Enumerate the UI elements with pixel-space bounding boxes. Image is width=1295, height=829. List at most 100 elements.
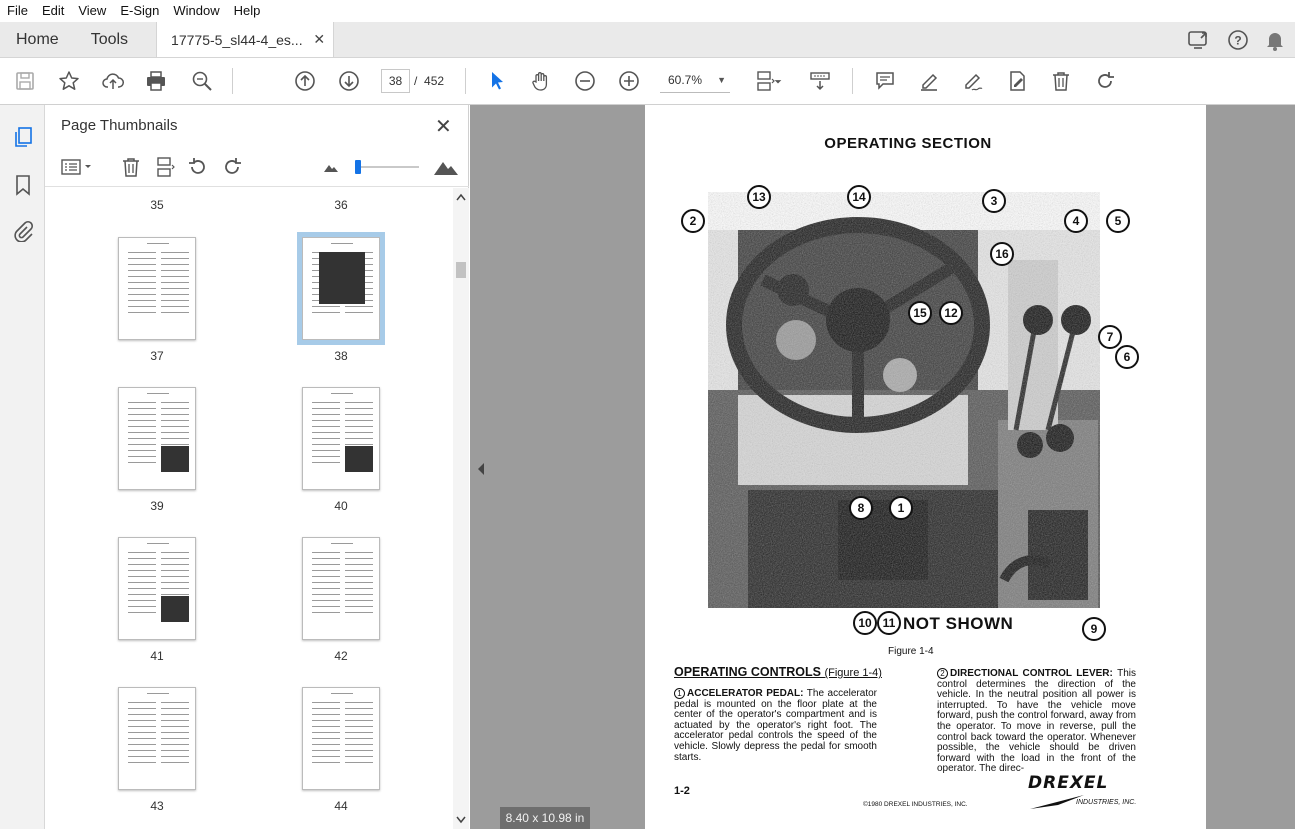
insert-page-icon[interactable]	[153, 155, 177, 179]
menu-view[interactable]: View	[71, 0, 113, 22]
thumbnail-text-line	[128, 738, 156, 739]
thumbnail-text-line	[345, 444, 373, 445]
thumbnail-text-line	[312, 762, 340, 763]
select-cursor-icon[interactable]	[484, 68, 510, 94]
thumbnail-size-slider[interactable]	[355, 160, 419, 174]
thumbnail-text-line	[161, 294, 189, 295]
scroll-mode-icon[interactable]	[807, 68, 833, 94]
scroll-up-icon[interactable]	[456, 193, 466, 201]
page-number-input[interactable]: 38	[381, 69, 410, 93]
attachments-paperclip-icon[interactable]	[11, 219, 35, 243]
bookmark-star-icon[interactable]	[56, 68, 82, 94]
hand-tool-icon[interactable]	[528, 68, 554, 94]
thumbnail-text-line	[161, 582, 189, 583]
tab-tools[interactable]: Tools	[75, 22, 144, 57]
print-icon[interactable]	[143, 68, 169, 94]
thumbnail-text-line	[312, 594, 340, 595]
page-thumbnail[interactable]	[118, 537, 196, 640]
sign-pen-icon[interactable]	[960, 68, 986, 94]
callout-number: 12	[939, 301, 963, 325]
thumbnail-text-line	[345, 726, 373, 727]
slider-handle[interactable]	[355, 160, 362, 174]
thumbnail-text-line	[161, 564, 189, 565]
callout-number: 14	[847, 185, 871, 209]
chevron-down-icon[interactable]	[772, 68, 784, 94]
edit-document-icon[interactable]	[1004, 68, 1030, 94]
collapse-panel-arrow-icon[interactable]	[478, 463, 484, 475]
help-icon[interactable]: ?	[1227, 29, 1249, 51]
zoom-search-icon[interactable]	[189, 68, 215, 94]
rotate-right-icon[interactable]	[220, 155, 244, 179]
item-heading: DIRECTIONAL CONTROL LEVER:	[950, 668, 1113, 679]
zoom-in-icon[interactable]	[616, 68, 642, 94]
next-page-icon[interactable]	[336, 68, 362, 94]
upload-cloud-icon[interactable]	[100, 68, 126, 94]
callout-number: 16	[990, 242, 1014, 266]
thumbnail-text-line	[128, 612, 156, 613]
thumbnail-text-line	[312, 564, 340, 565]
thumbnail-text-line	[161, 300, 189, 301]
panel-title: Page Thumbnails	[61, 117, 178, 134]
page-thumbnail[interactable]	[302, 687, 380, 790]
menu-edit[interactable]: Edit	[35, 0, 71, 22]
thumbnail-heading-line	[331, 693, 353, 694]
thumbnail-text-line	[128, 570, 156, 571]
thumbnails-scrollbar[interactable]	[453, 188, 469, 829]
callout-number: 11	[877, 611, 901, 635]
section-title: OPERATING CONTROLS (Figure 1-4)	[674, 665, 882, 679]
zoom-level-select[interactable]: 60.7% ▼	[660, 69, 730, 93]
share-screen-icon[interactable]	[1187, 29, 1211, 51]
close-panel-icon[interactable]: ✕	[435, 114, 452, 139]
thumbnail-text-line	[161, 570, 189, 571]
thumbnail-text-line	[128, 576, 156, 577]
page-thumbnail[interactable]	[302, 387, 380, 490]
page-thumbnail[interactable]	[118, 237, 196, 340]
tab-home[interactable]: Home	[0, 22, 75, 57]
thumbnail-text-line	[312, 462, 340, 463]
menu-help[interactable]: Help	[227, 0, 268, 22]
save-icon[interactable]	[12, 68, 38, 94]
thumbnail-text-line	[161, 414, 189, 415]
comment-icon[interactable]	[872, 68, 898, 94]
close-tab-icon[interactable]: ✕	[313, 31, 325, 48]
thumbnail-text-line	[161, 276, 189, 277]
thumbnail-text-line	[312, 444, 340, 445]
thumbnail-label: 44	[334, 799, 348, 813]
thumbnail-text-line	[128, 756, 156, 757]
delete-trash-icon[interactable]	[1048, 68, 1074, 94]
previous-page-icon[interactable]	[292, 68, 318, 94]
zoom-out-icon[interactable]	[572, 68, 598, 94]
callout-number: 8	[849, 496, 873, 520]
menu-esign[interactable]: E-Sign	[113, 0, 166, 22]
menu-window[interactable]: Window	[166, 0, 226, 22]
thumbnail-text-line	[312, 456, 340, 457]
thumbnail-text-line	[345, 702, 373, 703]
thumbnail-text-line	[345, 414, 373, 415]
highlight-pen-icon[interactable]	[916, 68, 942, 94]
notifications-bell-icon[interactable]	[1265, 29, 1285, 51]
thumbnail-text-line	[128, 282, 156, 283]
thumbnail-text-line	[161, 738, 189, 739]
tab-document[interactable]: 17775-5_sl44-4_es... ✕	[156, 22, 335, 57]
scroll-down-icon[interactable]	[456, 816, 466, 824]
page-thumbnail[interactable]	[118, 687, 196, 790]
thumbnail-text-line	[345, 732, 373, 733]
delete-page-icon[interactable]	[119, 155, 143, 179]
page-thumbnails-icon[interactable]	[11, 125, 35, 149]
thumbnail-text-line	[312, 552, 340, 553]
item-directional-control-lever: 2 DIRECTIONAL CONTROL LEVER: This control…	[937, 668, 1136, 775]
item-text: The accelerator pedal is mounted on the …	[674, 688, 877, 763]
page-thumbnail[interactable]	[118, 387, 196, 490]
bookmarks-icon[interactable]	[11, 173, 35, 197]
thumbnail-options-icon[interactable]	[59, 155, 95, 179]
page-thumbnail[interactable]	[297, 232, 385, 345]
rotate-left-icon[interactable]	[186, 155, 210, 179]
thumbnail-text-line	[345, 420, 373, 421]
thumbnail-text-line	[312, 756, 340, 757]
scrollbar-thumb[interactable]	[456, 262, 466, 278]
rotate-icon[interactable]	[1092, 68, 1118, 94]
page-thumbnail[interactable]	[302, 537, 380, 640]
small-thumbnails-mountain-icon	[319, 155, 343, 179]
document-viewer[interactable]: OPERATING SECTION NOT SHOWN 13 14 2 3 16…	[470, 105, 1295, 829]
menu-file[interactable]: File	[0, 0, 35, 22]
